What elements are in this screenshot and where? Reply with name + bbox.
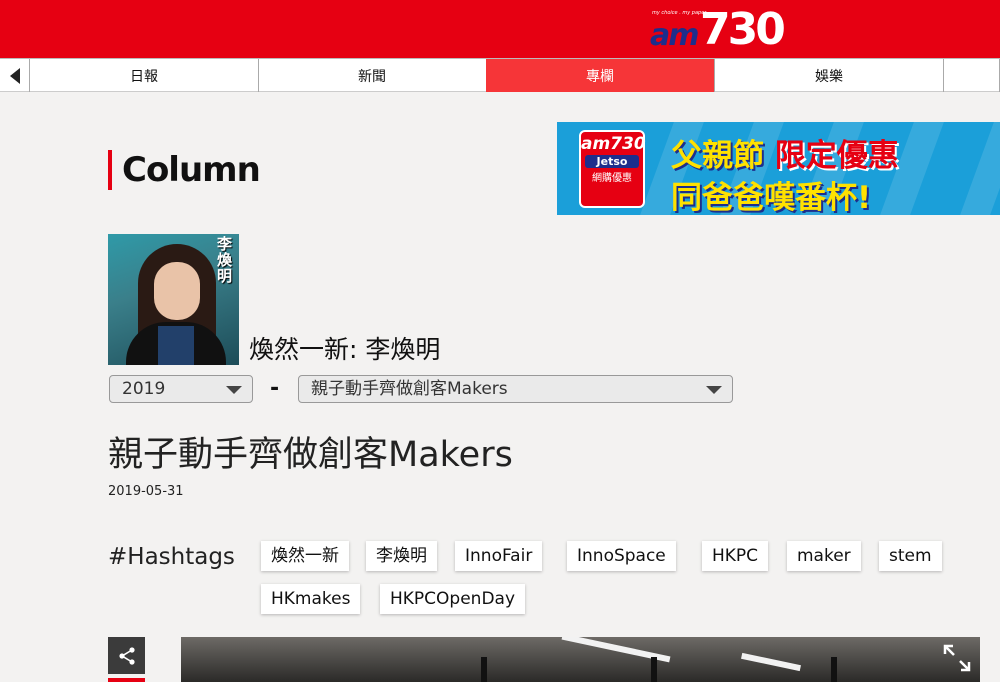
caret-down-icon xyxy=(706,386,722,394)
hashtags-label: #Hashtags xyxy=(108,544,235,570)
article-date: 2019-05-31 xyxy=(108,484,184,499)
tab-entertainment[interactable]: 娛樂 xyxy=(715,59,944,92)
filter-separator: - xyxy=(270,376,280,401)
hashtag-chip[interactable]: HKPCOpenDay xyxy=(380,584,526,614)
column-name: 煥然一新: 李煥明 xyxy=(249,335,441,364)
logo-am: am xyxy=(650,18,699,53)
banner-badge: am730 Jetso 網購優惠 xyxy=(579,130,646,208)
am730-logo[interactable]: my choice . my paper am 730 xyxy=(650,4,786,55)
hashtag-chip[interactable]: 李煥明 xyxy=(366,541,437,571)
main-nav: 日報 新聞 專欄 娛樂 xyxy=(0,58,1000,92)
tab-news[interactable]: 新聞 xyxy=(258,59,487,92)
hashtag-chip[interactable]: InnoSpace xyxy=(567,541,676,571)
banner-subheadline: 同爸爸嘆番杯! xyxy=(671,180,872,215)
article-title: 親子動手齊做創客Makers xyxy=(108,435,513,475)
top-bar: my choice . my paper am 730 xyxy=(0,0,1000,58)
tab-daily[interactable]: 日報 xyxy=(30,59,259,92)
author-photo[interactable]: 李煥明 xyxy=(108,234,239,365)
banner-headline: 父親節 限定優惠 xyxy=(671,138,899,174)
caret-down-icon xyxy=(226,386,242,394)
hashtag-chip[interactable]: HKmakes xyxy=(261,584,361,614)
share-underline xyxy=(108,678,145,682)
expand-icon[interactable] xyxy=(942,643,972,673)
hashtag-chip[interactable]: stem xyxy=(879,541,942,571)
share-button[interactable] xyxy=(108,637,145,674)
nav-back-button[interactable] xyxy=(0,59,30,92)
hashtag-chip[interactable]: maker xyxy=(787,541,861,571)
logo-tagline: my choice . my paper xyxy=(652,10,707,16)
logo-number: 730 xyxy=(700,4,786,55)
article-select[interactable]: 親子動手齊做創客Makers xyxy=(298,375,733,403)
year-select-value: 2019 xyxy=(122,379,166,399)
share-icon xyxy=(118,646,135,665)
ad-banner[interactable]: am730 Jetso 網購優惠 父親節 限定優惠 同爸爸嘆番杯! xyxy=(557,122,1000,215)
tab-column[interactable]: 專欄 xyxy=(486,59,715,92)
tab-more[interactable] xyxy=(944,59,1000,92)
author-photo-name: 李煥明 xyxy=(217,235,233,285)
hashtag-chip[interactable]: InnoFair xyxy=(455,541,543,571)
hashtag-chip[interactable]: HKPC xyxy=(702,541,769,571)
hashtag-chip[interactable]: 煥然一新 xyxy=(261,541,349,571)
page-title: Column xyxy=(108,150,261,190)
article-select-value: 親子動手齊做創客Makers xyxy=(311,379,508,399)
year-select[interactable]: 2019 xyxy=(109,375,253,403)
article-hero-image[interactable] xyxy=(181,637,980,682)
chevron-left-icon xyxy=(9,67,20,84)
